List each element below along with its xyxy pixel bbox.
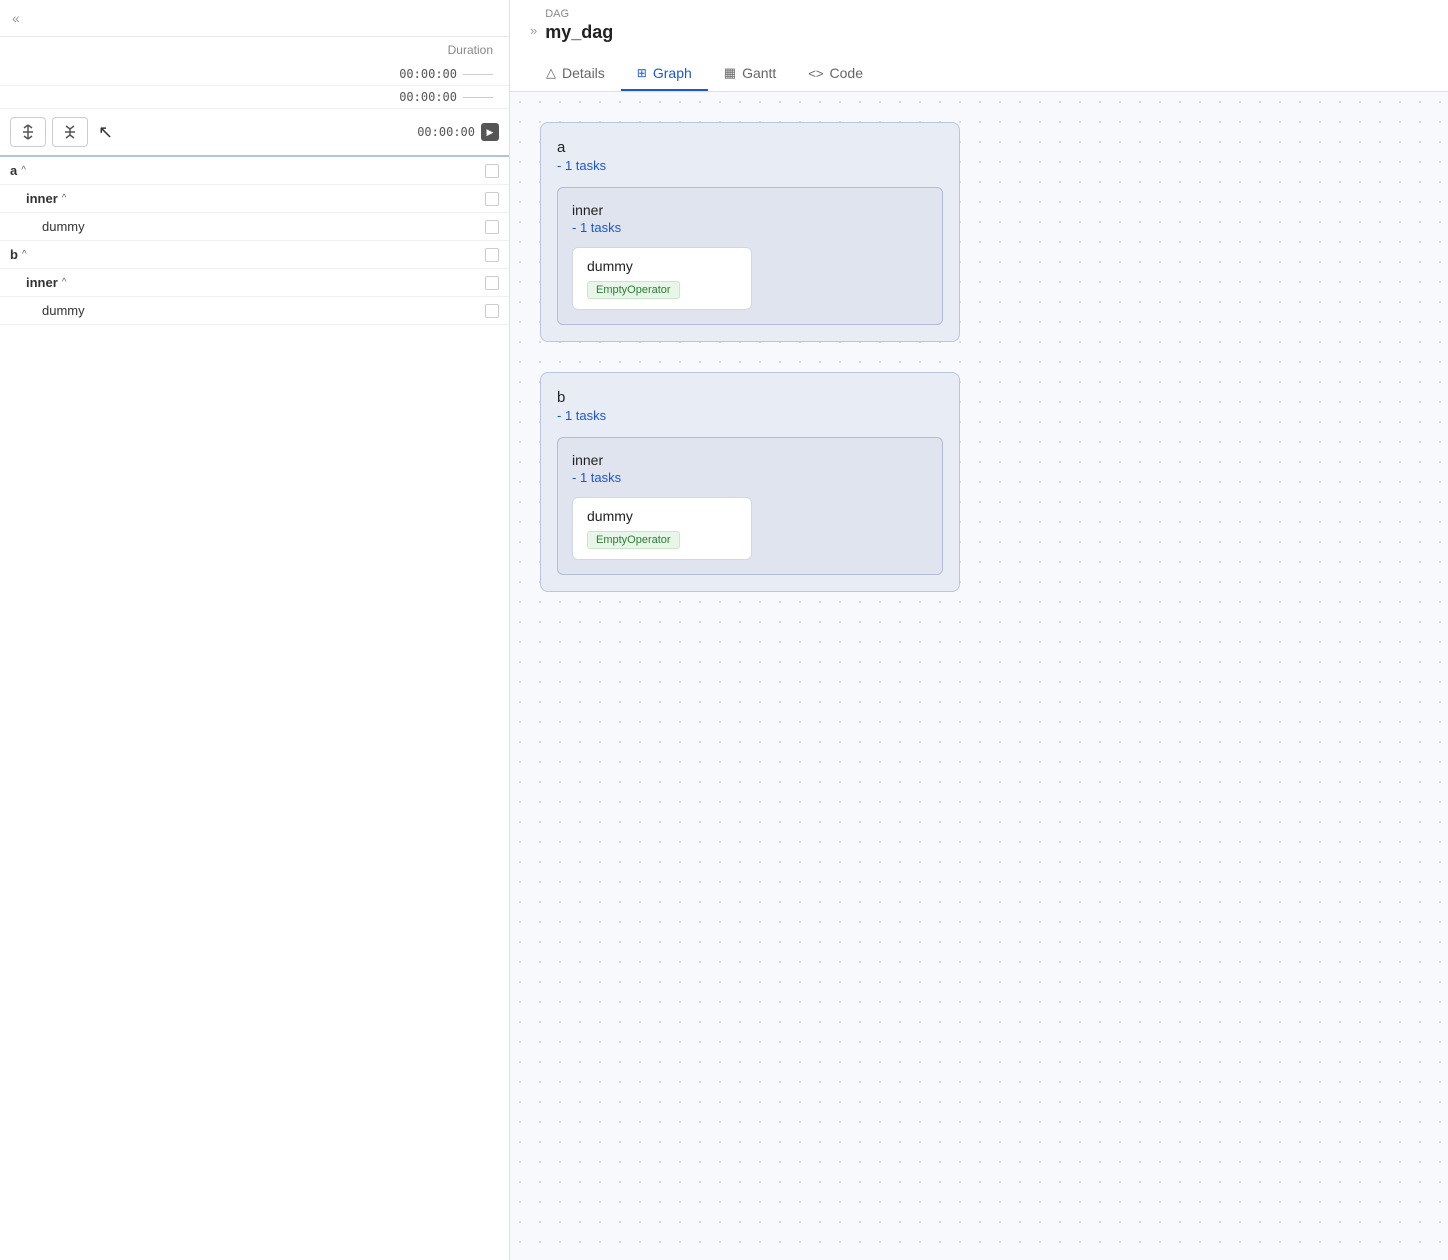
checkbox-inner-b[interactable]	[485, 276, 499, 290]
task-item-b[interactable]: b ^	[0, 241, 509, 269]
task-name-dummy-a: dummy	[10, 219, 85, 234]
caret-a: ^	[21, 165, 26, 176]
task-item-inner-b[interactable]: inner ^	[0, 269, 509, 297]
task-name-b: b	[10, 247, 18, 262]
task-node-dummy-a[interactable]: dummy EmptyOperator	[572, 247, 752, 310]
task-item-a[interactable]: a ^	[0, 157, 509, 185]
inner-card-a: inner - 1 tasks dummy EmptyOperator	[557, 187, 943, 325]
group-a-title: a	[557, 139, 943, 156]
caret-inner-a: ^	[62, 193, 67, 204]
expand-right-icon[interactable]: »	[530, 23, 537, 38]
collapse-left-icon[interactable]: «	[12, 10, 20, 26]
tab-gantt[interactable]: ▦ Gantt	[708, 57, 793, 91]
task-node-dummy-a-title: dummy	[587, 258, 737, 274]
group-a-subtitle[interactable]: - 1 tasks	[557, 158, 943, 173]
caret-b: ^	[22, 249, 27, 260]
left-panel: « Duration 00:00:00 00:00:00	[0, 0, 510, 1260]
gantt-icon: ▦	[724, 65, 736, 81]
group-b-subtitle[interactable]: - 1 tasks	[557, 408, 943, 423]
graph-content: a - 1 tasks inner - 1 tasks dummy EmptyO…	[540, 122, 1418, 592]
task-node-dummy-b-title: dummy	[587, 508, 737, 524]
task-node-dummy-a-badge: EmptyOperator	[587, 281, 680, 299]
duration-header: Duration	[0, 37, 509, 63]
time-dash-1	[463, 74, 493, 75]
inner-b-title: inner	[572, 452, 928, 468]
inner-card-b: inner - 1 tasks dummy EmptyOperator	[557, 437, 943, 575]
right-header: » DAG my_dag △ Details ⊞ Graph ▦ Gantt	[510, 0, 1448, 92]
task-item-dummy-b[interactable]: dummy	[0, 297, 509, 325]
checkbox-b[interactable]	[485, 248, 499, 262]
tab-details[interactable]: △ Details	[530, 57, 621, 91]
tab-code[interactable]: <> Code	[792, 57, 879, 91]
checkbox-a[interactable]	[485, 164, 499, 178]
checkbox-inner-a[interactable]	[485, 192, 499, 206]
expand-vertical-button[interactable]	[10, 117, 46, 147]
tab-graph[interactable]: ⊞ Graph	[621, 57, 708, 91]
time-value-3: 00:00:00	[417, 125, 475, 139]
task-item-inner-a[interactable]: inner ^	[0, 185, 509, 213]
time-row-1: 00:00:00	[0, 63, 509, 86]
time-row-2: 00:00:00	[0, 86, 509, 109]
task-name-inner-a: inner	[10, 191, 58, 206]
caret-inner-b: ^	[62, 277, 67, 288]
code-icon: <>	[808, 66, 823, 81]
task-item-dummy-a[interactable]: dummy	[0, 213, 509, 241]
checkbox-dummy-a[interactable]	[485, 220, 499, 234]
checkbox-dummy-b[interactable]	[485, 304, 499, 318]
dag-title: my_dag	[545, 22, 613, 43]
group-card-a: a - 1 tasks inner - 1 tasks dummy EmptyO…	[540, 122, 960, 342]
task-name-inner-b: inner	[10, 275, 58, 290]
inner-a-subtitle[interactable]: - 1 tasks	[572, 220, 928, 235]
group-b-title: b	[557, 389, 943, 406]
duration-label: Duration	[448, 43, 493, 57]
main-layout: « Duration 00:00:00 00:00:00	[0, 0, 1448, 1260]
task-list: a ^ inner ^ dummy b ^	[0, 157, 509, 1260]
graph-area: a - 1 tasks inner - 1 tasks dummy EmptyO…	[510, 92, 1448, 1260]
group-card-b: b - 1 tasks inner - 1 tasks dummy EmptyO…	[540, 372, 960, 592]
dag-label: DAG	[545, 8, 613, 20]
task-name-a: a	[10, 163, 17, 178]
time-value-1: 00:00:00	[399, 67, 457, 81]
graph-icon: ⊞	[637, 66, 647, 80]
task-name-dummy-b: dummy	[10, 303, 85, 318]
collapse-vertical-button[interactable]	[52, 117, 88, 147]
inner-a-title: inner	[572, 202, 928, 218]
time-row-3-container: 00:00:00 ▶	[417, 123, 499, 141]
inner-b-subtitle[interactable]: - 1 tasks	[572, 470, 928, 485]
toolbar-row: ↖ 00:00:00 ▶	[0, 109, 509, 157]
task-node-dummy-b[interactable]: dummy EmptyOperator	[572, 497, 752, 560]
right-panel: » DAG my_dag △ Details ⊞ Graph ▦ Gantt	[510, 0, 1448, 1260]
cursor-pointer-icon: ↖	[98, 122, 113, 143]
play-button[interactable]: ▶	[481, 123, 499, 141]
time-value-2: 00:00:00	[399, 90, 457, 104]
time-dash-2	[463, 97, 493, 98]
tab-bar: △ Details ⊞ Graph ▦ Gantt <> Code	[530, 57, 1428, 91]
task-node-dummy-b-badge: EmptyOperator	[587, 531, 680, 549]
details-icon: △	[546, 65, 556, 81]
